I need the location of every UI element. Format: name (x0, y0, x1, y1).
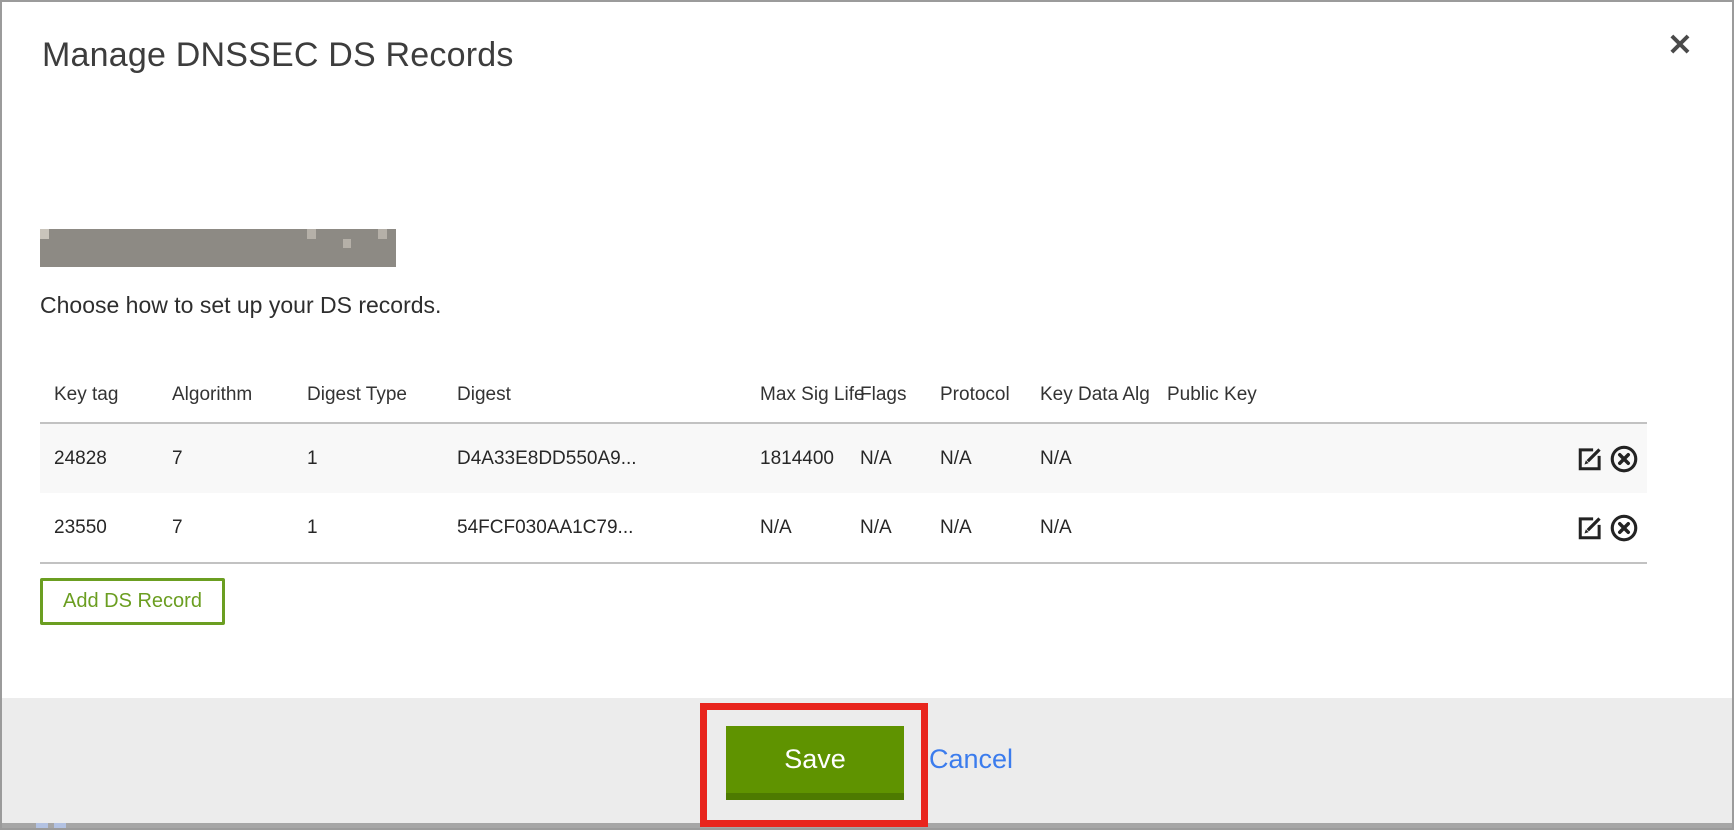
add-ds-record-button[interactable]: Add DS Record (40, 578, 225, 625)
instruction-text: Choose how to set up your DS records. (40, 292, 441, 319)
cell-digest-type: 1 (293, 493, 443, 563)
col-header-max-sig-life: Max Sig Life (746, 374, 846, 423)
close-icon: ✕ (1667, 31, 1692, 61)
delete-record-button[interactable] (1609, 443, 1641, 475)
table-header-row: Key tag Algorithm Digest Type Digest Max… (40, 374, 1647, 423)
table-row: 24828 7 1 D4A33E8DD550A9... 1814400 N/A … (40, 423, 1647, 493)
background-page-fragment (36, 823, 70, 828)
col-header-public-key: Public Key (1153, 374, 1453, 423)
dialog-title: Manage DNSSEC DS Records (42, 36, 514, 75)
ds-records-table: Key tag Algorithm Digest Type Digest Max… (40, 374, 1647, 564)
cell-flags: N/A (846, 493, 926, 563)
cell-protocol: N/A (926, 493, 1026, 563)
edit-icon (1575, 444, 1607, 474)
col-header-key-tag: Key tag (40, 374, 158, 423)
cell-max-sig-life: N/A (746, 493, 846, 563)
cell-key-tag: 24828 (40, 423, 158, 493)
cell-key-data-alg: N/A (1026, 423, 1153, 493)
cell-digest: 54FCF030AA1C79... (443, 493, 746, 563)
col-header-key-data-alg: Key Data Alg (1026, 374, 1153, 423)
edit-icon (1575, 513, 1607, 543)
col-header-algorithm: Algorithm (158, 374, 293, 423)
cell-key-data-alg: N/A (1026, 493, 1153, 563)
delete-icon (1609, 513, 1641, 543)
cell-public-key (1153, 493, 1453, 563)
col-header-digest-type: Digest Type (293, 374, 443, 423)
cell-digest: D4A33E8DD550A9... (443, 423, 746, 493)
cell-key-tag: 23550 (40, 493, 158, 563)
cell-protocol: N/A (926, 423, 1026, 493)
cancel-link[interactable]: Cancel (929, 744, 1013, 775)
cell-actions (1453, 493, 1647, 563)
edit-record-button[interactable] (1575, 512, 1607, 544)
cell-digest-type: 1 (293, 423, 443, 493)
col-header-digest: Digest (443, 374, 746, 423)
cell-algorithm: 7 (158, 423, 293, 493)
save-button[interactable]: Save (726, 726, 904, 800)
cell-max-sig-life: 1814400 (746, 423, 846, 493)
close-button[interactable]: ✕ (1658, 24, 1702, 68)
manage-dnssec-dialog: Manage DNSSEC DS Records ✕ Choose how to… (0, 0, 1734, 830)
edit-record-button[interactable] (1575, 443, 1607, 475)
delete-icon (1609, 444, 1641, 474)
cell-flags: N/A (846, 423, 926, 493)
cell-public-key (1153, 423, 1453, 493)
cell-actions (1453, 423, 1647, 493)
cell-algorithm: 7 (158, 493, 293, 563)
col-header-actions (1453, 374, 1647, 423)
redacted-domain-name (40, 229, 396, 267)
delete-record-button[interactable] (1609, 512, 1641, 544)
table-row: 23550 7 1 54FCF030AA1C79... N/A N/A N/A … (40, 493, 1647, 563)
col-header-protocol: Protocol (926, 374, 1026, 423)
